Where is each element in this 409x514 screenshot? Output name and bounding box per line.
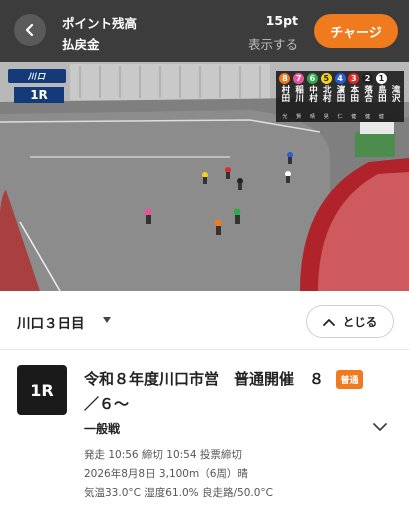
race-type: 一般戦 (84, 422, 121, 436)
rider-entry: 滝沢 (388, 73, 402, 120)
rider-sub: 健 (378, 114, 384, 120)
rider-name: 落合 (362, 84, 373, 102)
refund-label: 払戻金 (62, 37, 100, 52)
chevron-up-icon (322, 318, 335, 326)
rider-name: 村田 (279, 84, 290, 102)
rider-name: 稲川 (293, 84, 304, 102)
rider-name: 滝沢 (390, 85, 401, 102)
rider-entry: 3 本田健 (347, 73, 361, 120)
back-button[interactable] (14, 14, 46, 46)
rider-sub: 仁 (337, 114, 343, 120)
rider-number: 7 (293, 73, 305, 84)
race-number-overlay: 1R (14, 87, 64, 103)
rider-number: 4 (334, 73, 346, 84)
points-value: 15pt (265, 13, 298, 28)
rider-sub: 晴 (309, 114, 315, 120)
rider-number (390, 73, 401, 84)
close-video-button[interactable]: とじる (306, 305, 394, 338)
rider-number: 8 (279, 73, 291, 84)
rider-sub: 健 (365, 114, 371, 120)
grade-badge: 普通 (336, 370, 363, 389)
close-label: とじる (342, 314, 378, 329)
race-times: 発走 10:56 締切 10:54 投票締切 (84, 449, 242, 461)
race-weather: 気温33.0°C 湿度61.0% 良走路/50.0°C (84, 487, 273, 499)
caret-down-icon[interactable] (103, 317, 111, 323)
chevron-down-icon[interactable] (373, 423, 387, 432)
rider-sub: 光 (282, 114, 288, 120)
rider-sub: 晃 (323, 114, 329, 120)
rider-number: 3 (348, 73, 360, 84)
rider-sub: 健 (351, 114, 357, 120)
riders-board: 8 村田光 7 稲川賢 6 中村晴 5 北村晃 4 濵田仁 3 本田健 2 落合健 1 島田健滝沢 (276, 71, 404, 122)
rider-name: 濵田 (335, 84, 346, 102)
charge-button[interactable]: チャージ (314, 14, 398, 48)
rider-name: 中村 (307, 84, 318, 102)
race-card[interactable]: 1R 令和８年度川口市営 普通開催 ８／６～ 普通 一般戦 発走 10:56 締… (0, 351, 409, 514)
race-number-badge: 1R (17, 365, 67, 415)
rider-entry: 4 濵田仁 (333, 73, 347, 120)
rider-entry: 6 中村晴 (306, 73, 320, 120)
rider-number: 1 (375, 73, 387, 84)
rider-number: 5 (320, 73, 332, 84)
rider-entry: 2 落合健 (361, 73, 375, 120)
rider-entry: 7 稲川賢 (292, 73, 306, 120)
rider-number: 2 (362, 73, 374, 84)
rider-entry: 5 北村晃 (319, 73, 333, 120)
race-video[interactable]: 川口 1R 8 村田光 7 稲川賢 6 中村晴 5 北村晃 4 濵田仁 3 本田健 2 落合健 1 島田健滝沢 (0, 62, 409, 291)
race-title: 令和８年度川口市営 普通開催 ８／６～ (84, 370, 325, 413)
rider-sub: 賢 (296, 114, 302, 120)
rider-name: 島田 (376, 84, 387, 102)
velodrome-logo: 川口 (8, 69, 66, 83)
chevron-left-icon (25, 23, 34, 37)
rider-entry: 1 島田健 (374, 73, 388, 120)
rider-number: 6 (306, 73, 318, 84)
points-bar: ポイント残高 払戻金 15pt 表示する チャージ (0, 0, 409, 62)
rider-entry: 8 村田光 (278, 73, 292, 120)
race-date-distance: 2026年8月8日 3,100m（6周）晴 (84, 468, 248, 480)
day-select[interactable]: 川口３日目 (17, 312, 85, 332)
points-label: ポイント残高 (62, 16, 138, 31)
rider-name: 本田 (348, 84, 359, 102)
refund-show-link[interactable]: 表示する (248, 34, 298, 53)
rider-name: 北村 (321, 84, 332, 102)
